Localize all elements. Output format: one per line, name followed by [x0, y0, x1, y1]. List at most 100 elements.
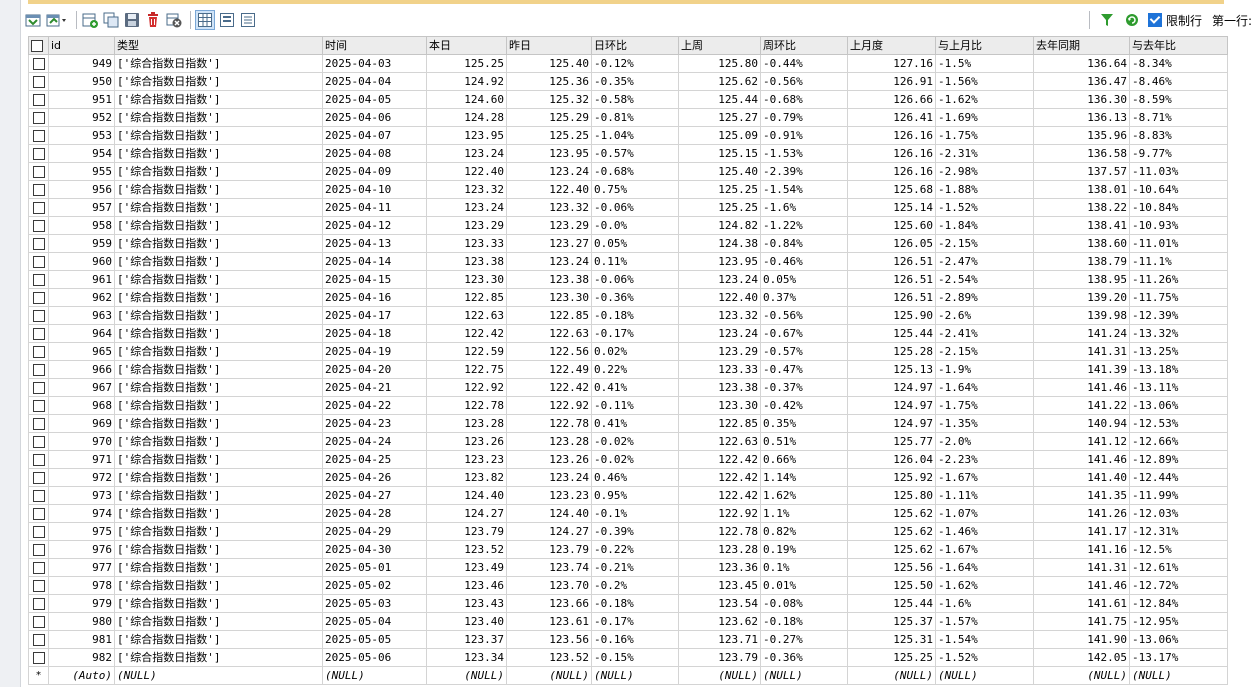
row-checkbox[interactable] [32, 454, 45, 466]
cell-id[interactable]: 971 [48, 450, 115, 469]
cell-year-change[interactable]: -13.06% [1129, 396, 1228, 415]
cell-type[interactable]: ['综合指数日指数'] [114, 252, 323, 271]
cell-month-change[interactable]: -2.98% [935, 162, 1034, 181]
cell-today[interactable]: 123.38 [426, 252, 507, 271]
cell-time[interactable]: 2025-04-15 [322, 270, 427, 289]
cell-week-change[interactable]: 0.51% [760, 432, 848, 451]
cell-week-change[interactable]: 0.37% [760, 288, 848, 307]
cell-last-month[interactable]: 125.62 [847, 522, 936, 541]
cell-last-month[interactable]: 126.41 [847, 108, 936, 127]
cell-last-week[interactable]: 123.54 [678, 594, 761, 613]
cell-year-change[interactable]: -13.17% [1129, 648, 1228, 667]
row-checkbox[interactable] [32, 220, 45, 232]
cell-week-change[interactable]: -0.84% [760, 234, 848, 253]
cell-year-change[interactable]: -12.53% [1129, 414, 1228, 433]
cell-yesterday[interactable]: 123.70 [506, 576, 592, 595]
cell-year-change[interactable]: -11.99% [1129, 486, 1228, 505]
cell-type[interactable]: ['综合指数日指数'] [114, 126, 323, 145]
row-select-cell[interactable] [28, 504, 49, 523]
row-select-cell[interactable] [28, 180, 49, 199]
cell-yesterday[interactable]: 123.30 [506, 288, 592, 307]
cell-today[interactable]: 122.40 [426, 162, 507, 181]
cell-month-change[interactable]: -2.89% [935, 288, 1034, 307]
row-checkbox[interactable] [32, 184, 45, 196]
cell-yesterday[interactable]: 122.85 [506, 306, 592, 325]
cell-yesterday[interactable]: 123.23 [506, 486, 592, 505]
cell-last-week[interactable]: 122.40 [678, 288, 761, 307]
cell-null[interactable]: (NULL) [591, 666, 679, 685]
row-select-cell[interactable] [28, 144, 49, 163]
cell-type[interactable]: ['综合指数日指数'] [114, 414, 323, 433]
cell-last-year[interactable]: 141.35 [1033, 486, 1130, 505]
cell-month-change[interactable]: -2.15% [935, 342, 1034, 361]
cell-last-month[interactable]: 125.37 [847, 612, 936, 631]
cell-null[interactable]: (NULL) [1129, 666, 1228, 685]
cell-null[interactable]: (NULL) [322, 666, 427, 685]
cell-last-year[interactable]: 141.46 [1033, 450, 1130, 469]
select-all-checkbox[interactable] [31, 40, 43, 52]
cell-yesterday[interactable]: 122.56 [506, 342, 592, 361]
cell-month-change[interactable]: -1.9% [935, 360, 1034, 379]
cell-today[interactable]: 124.28 [426, 108, 507, 127]
cell-last-month[interactable]: 127.16 [847, 54, 936, 73]
cell-day-change[interactable]: -0.2% [591, 576, 679, 595]
cell-id[interactable]: 972 [48, 468, 115, 487]
cell-last-week[interactable]: 123.71 [678, 630, 761, 649]
cell-yesterday[interactable]: 123.24 [506, 162, 592, 181]
cell-last-month[interactable]: 126.16 [847, 126, 936, 145]
cell-today[interactable]: 123.37 [426, 630, 507, 649]
cell-last-week[interactable]: 123.38 [678, 378, 761, 397]
table-row[interactable]: 953 ['综合指数日指数'] 2025-04-07 123.95 125.25 -1.0… [28, 126, 1228, 145]
cell-last-year[interactable]: 136.64 [1033, 54, 1130, 73]
cell-last-year[interactable]: 141.26 [1033, 504, 1130, 523]
export-icon[interactable] [45, 11, 69, 29]
cell-today[interactable]: 123.46 [426, 576, 507, 595]
table-row[interactable]: 970 ['综合指数日指数'] 2025-04-24 123.26 123.28 -0.0… [28, 432, 1228, 451]
cell-time[interactable]: 2025-05-05 [322, 630, 427, 649]
cell-id[interactable]: 973 [48, 486, 115, 505]
row-checkbox[interactable] [32, 94, 45, 106]
cell-year-change[interactable]: -13.11% [1129, 378, 1228, 397]
cancel-changes-icon[interactable] [165, 11, 183, 29]
cell-type[interactable]: ['综合指数日指数'] [114, 72, 323, 91]
cell-last-week[interactable]: 125.27 [678, 108, 761, 127]
cell-day-change[interactable]: 0.02% [591, 342, 679, 361]
cell-yesterday[interactable]: 123.56 [506, 630, 592, 649]
cell-day-change[interactable]: 0.22% [591, 360, 679, 379]
table-row[interactable]: 976 ['综合指数日指数'] 2025-04-30 123.52 123.79 -0.2… [28, 540, 1228, 559]
row-checkbox[interactable] [32, 76, 45, 88]
cell-id[interactable]: 976 [48, 540, 115, 559]
row-select-cell[interactable] [28, 72, 49, 91]
cell-last-month[interactable]: 124.97 [847, 396, 936, 415]
cell-time[interactable]: 2025-04-12 [322, 216, 427, 235]
cell-yesterday[interactable]: 123.27 [506, 234, 592, 253]
cell-type[interactable]: ['综合指数日指数'] [114, 594, 323, 613]
cell-last-year[interactable]: 136.58 [1033, 144, 1130, 163]
cell-today[interactable]: 124.40 [426, 486, 507, 505]
cell-year-change[interactable]: -12.31% [1129, 522, 1228, 541]
cell-type[interactable]: ['综合指数日指数'] [114, 324, 323, 343]
cell-last-year[interactable]: 138.22 [1033, 198, 1130, 217]
table-row[interactable]: 954 ['综合指数日指数'] 2025-04-08 123.24 123.95 -0.5… [28, 144, 1228, 163]
cell-last-year[interactable]: 141.46 [1033, 378, 1130, 397]
cell-time[interactable]: 2025-04-11 [322, 198, 427, 217]
row-checkbox[interactable] [32, 256, 45, 268]
cell-yesterday[interactable]: 123.24 [506, 468, 592, 487]
column-header-yesterday[interactable]: 昨日 [506, 36, 592, 55]
cell-last-month[interactable]: 126.51 [847, 252, 936, 271]
cell-time[interactable]: 2025-04-22 [322, 396, 427, 415]
cell-id[interactable]: 959 [48, 234, 115, 253]
cell-time[interactable]: 2025-04-18 [322, 324, 427, 343]
cell-today[interactable]: 123.49 [426, 558, 507, 577]
cell-id[interactable]: 949 [48, 54, 115, 73]
cell-null[interactable]: (NULL) [935, 666, 1034, 685]
cell-last-year[interactable]: 141.16 [1033, 540, 1130, 559]
row-select-cell[interactable] [28, 252, 49, 271]
row-select-cell[interactable] [28, 612, 49, 631]
cell-type[interactable]: ['综合指数日指数'] [114, 270, 323, 289]
row-select-cell[interactable] [28, 432, 49, 451]
cell-yesterday[interactable]: 123.79 [506, 540, 592, 559]
cell-year-change[interactable]: -13.25% [1129, 342, 1228, 361]
cell-last-week[interactable]: 125.25 [678, 198, 761, 217]
cell-day-change[interactable]: -0.06% [591, 198, 679, 217]
